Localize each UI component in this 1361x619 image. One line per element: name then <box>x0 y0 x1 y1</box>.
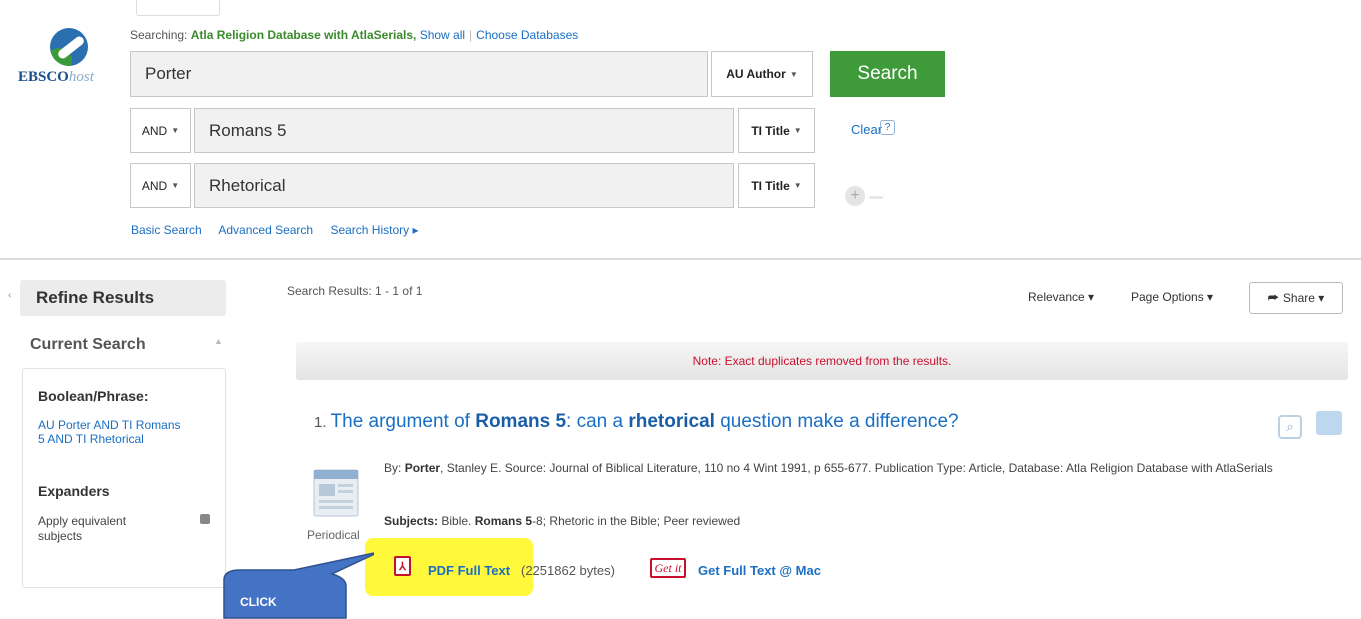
result-citation: By: Porter, Stanley E. Source: Journal o… <box>384 461 1273 475</box>
basic-search-link[interactable]: Basic Search <box>131 223 202 237</box>
search-history-link[interactable]: Search History ▸ <box>330 223 418 237</box>
add-to-folder-icon[interactable] <box>1316 411 1342 435</box>
help-icon[interactable]: ? <box>880 120 895 135</box>
chevron-down-icon: ▼ <box>171 126 180 135</box>
click-callout-bubble <box>223 552 374 619</box>
search-input-2[interactable]: Romans 5 <box>194 108 734 153</box>
expanders-heading: Expanders <box>38 483 110 499</box>
ebsco-logo-icon[interactable] <box>50 28 88 66</box>
current-search-header[interactable]: Current Search <box>20 328 226 362</box>
remove-row-minus-icon[interactable] <box>869 196 883 199</box>
pdf-full-text-link[interactable]: PDF Full Text <box>428 563 510 578</box>
refine-results-header: Refine Results <box>20 280 226 316</box>
share-button[interactable]: ⮫ Share ▾ <box>1249 282 1343 314</box>
chevron-down-icon: ▼ <box>793 181 802 190</box>
search-results-count: Search Results: 1 - 1 of 1 <box>287 284 423 298</box>
boolean-select-2[interactable]: AND ▼ <box>130 108 191 153</box>
periodical-icon[interactable] <box>306 466 368 524</box>
searching-database: Atla Religion Database with AtlaSerials, <box>190 28 417 42</box>
advanced-search-link[interactable]: Advanced Search <box>218 223 313 237</box>
divider <box>0 258 1361 260</box>
get-it-icon[interactable]: Get it <box>650 558 686 578</box>
pdf-icon[interactable]: ⅄ <box>394 556 411 576</box>
field-select-3[interactable]: TI Title ▼ <box>738 163 815 208</box>
sort-relevance-dropdown[interactable]: Relevance ▾ <box>1028 290 1094 304</box>
clear-link[interactable]: Clear <box>851 122 882 137</box>
search-nav: Basic Search Advanced Search Search Hist… <box>131 223 433 237</box>
add-row-plus-icon[interactable]: + <box>845 186 865 206</box>
search-input-1[interactable]: Porter <box>130 51 708 97</box>
publication-type-label: Periodical <box>307 528 360 542</box>
ebsco-logo-text[interactable]: EBSCOhost <box>18 69 94 86</box>
search-input-3[interactable]: Rhetorical <box>194 163 734 208</box>
show-all-link[interactable]: Show all <box>420 28 465 42</box>
collapse-left-icon[interactable]: ‹ <box>8 290 11 301</box>
duplicates-note: Note: Exact duplicates removed from the … <box>296 342 1348 380</box>
share-icon: ⮫ <box>1267 290 1279 305</box>
chevron-down-icon: ▼ <box>171 181 180 190</box>
get-full-text-link[interactable]: Get Full Text @ Mac <box>698 563 821 578</box>
boolean-select-3[interactable]: AND ▼ <box>130 163 191 208</box>
chevron-down-icon: ▼ <box>793 126 802 135</box>
choose-databases-link[interactable]: Choose Databases <box>476 28 578 42</box>
field-select-2[interactable]: TI Title ▼ <box>738 108 815 153</box>
result-subjects: Subjects: Bible. Romans 5-8; Rhetoric in… <box>384 514 741 528</box>
chevron-down-icon: ▼ <box>789 69 798 79</box>
searching-line: Searching: Atla Religion Database with A… <box>130 28 579 42</box>
top-tab[interactable] <box>136 0 220 16</box>
boolean-phrase-heading: Boolean/Phrase: <box>38 388 149 404</box>
remove-expander-icon[interactable] <box>200 514 210 524</box>
field-select-1[interactable]: AU Author ▼ <box>711 51 813 97</box>
preview-magnifier-icon[interactable]: ⌕ <box>1278 415 1302 439</box>
apply-equivalent-subjects: Apply equivalent subjects <box>38 514 127 543</box>
boolean-query-link[interactable]: AU Porter AND TI Romans 5 AND TI Rhetori… <box>38 418 188 446</box>
click-callout-label: CLICK <box>240 595 277 609</box>
page-options-dropdown[interactable]: Page Options ▾ <box>1131 290 1213 304</box>
collapse-caret-icon[interactable]: ▲ <box>214 336 223 346</box>
searching-prefix: Searching: <box>130 28 188 42</box>
result-title-link[interactable]: 1. The argument of Romans 5: can a rhetor… <box>314 411 959 433</box>
search-button[interactable]: Search <box>830 51 945 97</box>
pdf-file-size: (2251862 bytes) <box>521 563 615 578</box>
